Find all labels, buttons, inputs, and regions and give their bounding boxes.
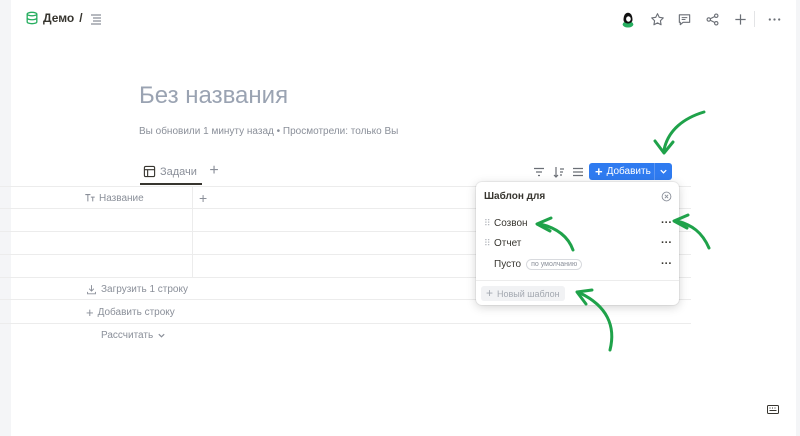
- star-icon[interactable]: [648, 10, 666, 28]
- default-badge: по умолчанию: [526, 258, 583, 270]
- comment-icon[interactable]: [675, 10, 693, 28]
- add-row-button[interactable]: + Добавить строку: [86, 304, 175, 320]
- plus-icon[interactable]: [731, 10, 749, 28]
- popup-title: Шаблон для: [484, 191, 546, 202]
- template-popup: Шаблон для ⠿ Созвон ··· ⠿ Отчет ··· Пуст…: [476, 182, 679, 305]
- template-item-empty[interactable]: Пусто по умолчанию ···: [484, 255, 672, 273]
- download-icon: [87, 285, 96, 295]
- add-button-label: Добавить: [606, 166, 651, 177]
- add-view-button[interactable]: +: [207, 163, 221, 179]
- toc-icon[interactable]: [89, 12, 103, 26]
- column-header-name[interactable]: Название: [84, 192, 144, 204]
- tab-tasks[interactable]: Задачи: [140, 160, 202, 185]
- template-name: Пусто: [494, 258, 522, 270]
- settings-icon[interactable]: [571, 165, 585, 179]
- add-button-main[interactable]: + Добавить: [589, 163, 655, 180]
- toolbar-divider: [754, 11, 755, 27]
- top-bar: Демо /: [11, 0, 796, 38]
- keyboard-icon[interactable]: [767, 405, 779, 414]
- avatar[interactable]: [619, 10, 637, 28]
- new-template-button[interactable]: + Новый шаблон: [481, 286, 565, 301]
- grip-icon[interactable]: ⠿: [484, 218, 492, 229]
- template-name: Отчет: [494, 237, 522, 249]
- plus-icon: +: [486, 286, 494, 300]
- template-item-report[interactable]: ⠿ Отчет ···: [484, 234, 672, 252]
- new-template-label: Новый шаблон: [497, 288, 560, 299]
- column-header-label: Название: [99, 192, 144, 204]
- more-icon[interactable]: ···: [661, 258, 672, 270]
- filter-icon[interactable]: [532, 165, 546, 179]
- more-icon[interactable]: ···: [661, 217, 672, 229]
- page-title[interactable]: Без названия: [139, 82, 288, 110]
- page-meta: Вы обновили 1 минуту назад • Просмотрели…: [139, 126, 399, 137]
- breadcrumb[interactable]: Демо /: [25, 11, 83, 25]
- upload-label: Загрузить 1 строку: [101, 284, 188, 295]
- add-button[interactable]: + Добавить: [589, 163, 672, 180]
- calculate-label: Рассчитать: [101, 330, 154, 341]
- text-type-icon: [85, 194, 95, 202]
- tab-label: Задачи: [160, 165, 197, 178]
- right-edge: [796, 0, 800, 436]
- popup-divider: [476, 280, 679, 281]
- add-button-dropdown[interactable]: [655, 163, 672, 180]
- sort-icon[interactable]: [552, 165, 566, 179]
- arrow-to-dropdown: [662, 110, 706, 152]
- more-icon[interactable]: [765, 10, 783, 28]
- upload-rows-button[interactable]: Загрузить 1 строку: [86, 284, 188, 295]
- breadcrumb-separator: /: [79, 11, 83, 25]
- chevron-down-icon: [158, 333, 165, 338]
- template-name: Созвон: [494, 217, 528, 229]
- plus-icon: +: [595, 163, 603, 179]
- add-column-button[interactable]: +: [199, 190, 207, 206]
- grip-icon[interactable]: ⠿: [484, 238, 492, 249]
- add-row-label: Добавить строку: [97, 307, 175, 318]
- share-icon[interactable]: [703, 10, 721, 28]
- chevron-down-icon: [660, 169, 667, 174]
- more-icon[interactable]: ···: [661, 237, 672, 249]
- workspace-name[interactable]: Демо: [43, 11, 74, 25]
- database-icon: [26, 11, 38, 25]
- plus-icon: +: [86, 304, 94, 320]
- close-circle-icon[interactable]: [661, 191, 672, 202]
- template-item-call[interactable]: ⠿ Созвон ···: [484, 214, 672, 232]
- table-icon: [143, 165, 156, 178]
- column-divider: [192, 186, 193, 277]
- calculate-button[interactable]: Рассчитать: [101, 330, 166, 341]
